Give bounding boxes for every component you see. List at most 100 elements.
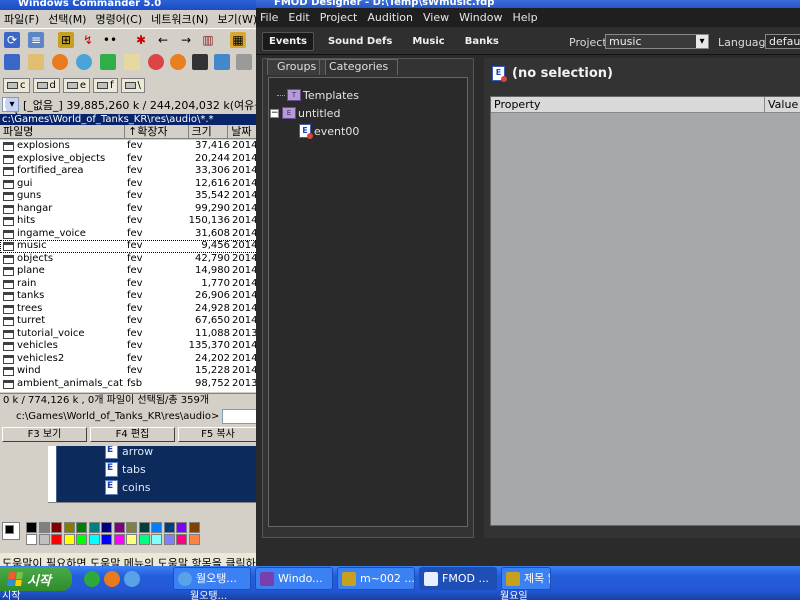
column-property[interactable]: Property xyxy=(491,97,765,112)
file-row[interactable]: trees fev 24,928 2014 xyxy=(0,303,257,316)
tree-node-untitled[interactable]: − E untitled xyxy=(270,104,340,122)
column-ext[interactable]: ↑확장자 xyxy=(125,125,189,138)
file-row[interactable]: turret fev 67,650 2014 xyxy=(0,315,257,328)
pack-icon[interactable]: ▦ xyxy=(230,32,246,48)
palette-swatch[interactable] xyxy=(176,534,187,545)
file-row[interactable]: explosions fev 37,416 2014 xyxy=(0,140,257,153)
palette-swatch[interactable] xyxy=(63,522,75,533)
tree-node-event00[interactable]: E event00 xyxy=(299,122,359,140)
drive-button-c[interactable]: c xyxy=(3,77,30,93)
file-row[interactable]: tanks fev 26,906 2014 xyxy=(0,290,257,303)
palette-swatch[interactable] xyxy=(113,522,125,533)
drive-button-e[interactable]: e xyxy=(62,77,91,93)
console-icon[interactable] xyxy=(192,54,208,70)
menu-edit[interactable]: Edit xyxy=(288,11,309,24)
palette-swatch[interactable] xyxy=(138,534,150,545)
command-line-input[interactable] xyxy=(222,408,257,424)
menu-commands[interactable]: 명령어(C) xyxy=(95,11,142,27)
file-row[interactable]: guns fev 35,542 2014 xyxy=(0,190,257,203)
tab-sound-defs[interactable]: Sound Defs xyxy=(322,33,398,50)
menu-network[interactable]: 네트워크(N) xyxy=(151,11,208,27)
ie-icon[interactable] xyxy=(124,571,140,587)
palette-swatch[interactable] xyxy=(51,534,62,545)
palette-swatch[interactable] xyxy=(101,522,112,533)
palette-swatch[interactable] xyxy=(88,534,100,545)
taskbar-button-browser[interactable]: 월오탱... xyxy=(173,567,251,590)
tab-events[interactable]: Events xyxy=(262,31,314,51)
back-icon[interactable]: ← xyxy=(155,32,171,48)
view-icon[interactable]: ≡ xyxy=(28,32,44,48)
drive-button-f[interactable]: f xyxy=(93,77,118,93)
palette-swatch[interactable] xyxy=(88,522,100,533)
menu-help[interactable]: Help xyxy=(512,11,537,24)
column-date[interactable]: 날짜 xyxy=(228,125,257,138)
palette-swatch[interactable] xyxy=(76,534,87,545)
tree-icon[interactable]: ↯ xyxy=(80,32,96,48)
palette-swatch[interactable] xyxy=(151,522,162,533)
tab-banks[interactable]: Banks xyxy=(459,33,505,50)
column-size[interactable]: 크기 xyxy=(189,125,229,138)
palette-swatch[interactable] xyxy=(163,522,175,533)
start-button[interactable]: 시작 xyxy=(0,567,72,591)
media-icon[interactable] xyxy=(148,54,164,70)
file-row[interactable]: explosive_objects fev 20,244 2014 xyxy=(0,153,257,166)
palette-swatch[interactable] xyxy=(38,534,50,545)
disk-icon[interactable] xyxy=(4,54,20,70)
subtab-categories[interactable]: Categories xyxy=(319,59,399,75)
palette-swatch[interactable] xyxy=(188,534,200,545)
menu-file[interactable]: File xyxy=(260,11,278,24)
file-row[interactable]: ingame_voice fev 31,608 2014 xyxy=(0,228,257,241)
horizontal-scrollbar[interactable] xyxy=(48,502,258,516)
palette-swatch[interactable] xyxy=(126,534,137,545)
lower-taskbar-button[interactable]: 월오탱... xyxy=(190,592,227,600)
menu-select[interactable]: 선택(M) xyxy=(48,11,86,27)
taskbar-button-untitled[interactable]: 제목 없 xyxy=(501,567,551,590)
tc-title-bar[interactable]: Windows Commander 5.0 xyxy=(0,0,257,10)
tree-node-templates[interactable]: T Templates xyxy=(277,86,359,104)
firefox-icon[interactable] xyxy=(104,571,120,587)
file-row[interactable]: rain fev 1,770 2014 xyxy=(0,278,257,291)
file-row[interactable]: plane fev 14,980 2014 xyxy=(0,265,257,278)
brief-icon[interactable]: ⊞ xyxy=(58,32,74,48)
file-list[interactable]: explosions fev 37,416 2014 explosive_objects… xyxy=(0,140,257,392)
notepad-icon[interactable] xyxy=(124,54,140,70)
palette-swatch[interactable] xyxy=(63,534,75,545)
lower-start-button[interactable]: 시작 xyxy=(2,592,20,600)
menu-window[interactable]: Window xyxy=(459,11,502,24)
file-row[interactable]: ambient_animals_cat fsb 98,752 2013 xyxy=(0,378,257,391)
file-row[interactable]: fortified_area fev 33,306 2014 xyxy=(0,165,257,178)
collapse-icon[interactable]: − xyxy=(270,108,279,118)
palette-swatch[interactable] xyxy=(26,522,37,533)
property-grid[interactable]: Property Value xyxy=(490,96,800,526)
subtab-groups[interactable]: Groups xyxy=(267,59,327,75)
tab-music[interactable]: Music xyxy=(406,33,450,50)
refresh-icon[interactable]: ⟳ xyxy=(4,32,20,48)
menu-project[interactable]: Project xyxy=(320,11,358,24)
column-name[interactable]: 파일명 xyxy=(0,125,125,138)
f3-view-button[interactable]: F3 보기 xyxy=(2,427,87,442)
drive-button-d[interactable]: d xyxy=(32,77,60,93)
project-select[interactable]: music xyxy=(605,34,709,49)
language-select[interactable]: default xyxy=(765,34,800,49)
firefox-icon[interactable] xyxy=(170,54,186,70)
file-row[interactable]: hangar fev 99,290 2014 xyxy=(0,203,257,216)
palette-swatch[interactable] xyxy=(176,522,187,533)
palette-swatch[interactable] xyxy=(126,522,137,533)
asterisk-icon[interactable]: ✱ xyxy=(133,32,149,48)
file-row[interactable]: objects fev 42,790 2014 xyxy=(0,253,257,266)
column-value[interactable]: Value xyxy=(765,97,800,112)
file-row[interactable]: music fev 9,456 2014 xyxy=(0,240,257,253)
palette-swatch[interactable] xyxy=(26,534,37,545)
app-icon[interactable] xyxy=(100,54,116,70)
f4-edit-button[interactable]: F4 편집 xyxy=(90,427,175,442)
drive-button-network[interactable]: \ xyxy=(120,77,145,93)
explorer-icon[interactable] xyxy=(214,54,230,70)
menu-file[interactable]: 파일(F) xyxy=(4,11,39,27)
file-row[interactable]: tutorial_voice fev 11,088 2013 xyxy=(0,328,257,341)
palette-swatch[interactable] xyxy=(163,534,175,545)
settings-icon[interactable] xyxy=(236,54,252,70)
taskbar-button-commander[interactable]: Windo... xyxy=(255,567,333,590)
utorrent-icon[interactable] xyxy=(84,571,100,587)
menu-audition[interactable]: Audition xyxy=(367,11,413,24)
compare-icon[interactable]: ▥ xyxy=(200,32,216,48)
